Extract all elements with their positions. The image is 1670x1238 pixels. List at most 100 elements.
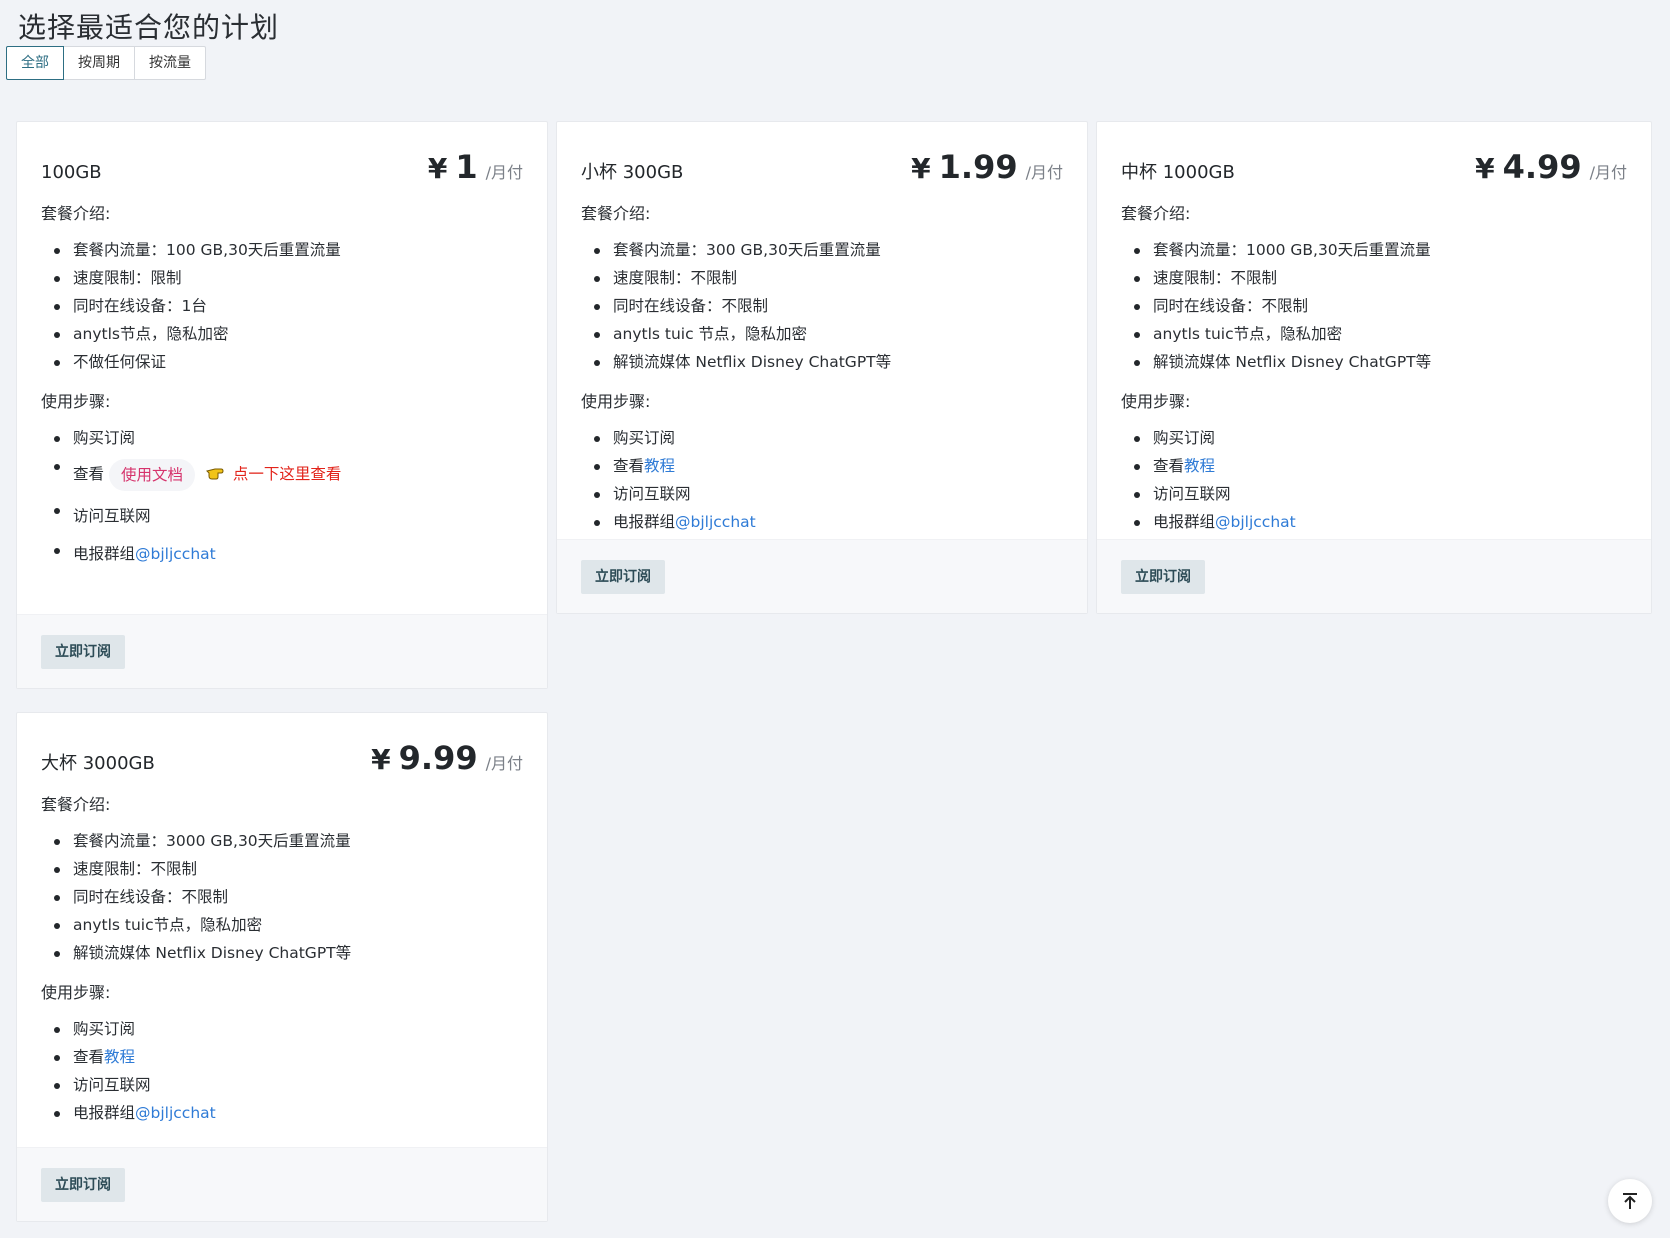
tab-all[interactable]: 全部: [6, 46, 64, 80]
list-item: anytls tuic节点，隐私加密: [1121, 320, 1627, 348]
tutorial-link[interactable]: 教程: [644, 457, 675, 475]
list-item: 套餐内流量：100 GB,30天后重置流量: [41, 236, 523, 264]
plan-card-1000gb: 中杯 1000GB ¥ 4.99 /月付 套餐介绍: 套餐内流量：1000 GB…: [1096, 121, 1652, 614]
plan-price: ¥ 1 /月付: [428, 148, 523, 186]
steps-list: 购买订阅 查看教程 访问互联网 电报群组@bjljcchat: [41, 1015, 523, 1127]
telegram-link[interactable]: @bjljcchat: [135, 545, 216, 563]
price-period: /月付: [485, 754, 523, 773]
list-item: 解锁流媒体 Netflix Disney ChatGPT等: [1121, 348, 1627, 376]
currency-symbol: ¥: [1475, 152, 1495, 185]
plan-name: 中杯 1000GB: [1121, 162, 1235, 183]
steps-label: 使用步骤:: [1121, 392, 1191, 411]
price-amount: 1: [455, 148, 478, 186]
docs-link[interactable]: 使用文档: [108, 458, 195, 491]
intro-label: 套餐介绍:: [41, 795, 111, 814]
list-item: 查看教程: [581, 452, 1063, 480]
list-item: 不做任何保证: [41, 348, 523, 376]
step-tg-prefix: 电报群组: [73, 545, 136, 563]
list-item: 购买订阅: [41, 424, 523, 452]
telegram-link[interactable]: @bjljcchat: [675, 513, 756, 531]
list-item: 查看教程: [41, 1043, 523, 1071]
plan-card-100gb: 100GB ¥ 1 /月付 套餐介绍: 套餐内流量：100 GB,30天后重置流…: [16, 121, 548, 689]
feature-list: 套餐内流量：100 GB,30天后重置流量 速度限制：限制 同时在线设备：1台 …: [41, 236, 523, 376]
list-item: 电报群组@bjljcchat: [1121, 508, 1627, 536]
subscribe-button[interactable]: 立即订阅: [1121, 560, 1205, 594]
list-item: 电报群组@bjljcchat: [41, 536, 523, 572]
list-item: 解锁流媒体 Netflix Disney ChatGPT等: [581, 348, 1063, 376]
plan-price: ¥ 1.99 /月付: [911, 148, 1063, 186]
step-tg-prefix: 电报群组: [1153, 513, 1216, 531]
plan-name: 100GB: [41, 162, 102, 183]
step-view-prefix: 查看: [73, 465, 105, 483]
plan-card-300gb: 小杯 300GB ¥ 1.99 /月付 套餐介绍: 套餐内流量：300 GB,3…: [556, 121, 1088, 614]
list-item: 同时在线设备：不限制: [1121, 292, 1627, 320]
subscribe-button[interactable]: 立即订阅: [41, 635, 125, 669]
currency-symbol: ¥: [427, 152, 448, 185]
step-view-prefix: 查看: [613, 457, 645, 475]
price-amount: 4.99: [1502, 148, 1582, 186]
list-item: 购买订阅: [41, 1015, 523, 1043]
feature-list: 套餐内流量：300 GB,30天后重置流量 速度限制：不限制 同时在线设备：不限…: [581, 236, 1063, 376]
telegram-link[interactable]: @bjljcchat: [135, 1104, 216, 1122]
step-tg-prefix: 电报群组: [613, 513, 676, 531]
list-item: 速度限制：不限制: [41, 855, 523, 883]
arrow-up-to-line-icon: [1623, 1193, 1637, 1209]
list-item: 访问互联网: [581, 480, 1063, 508]
plan-card-3000gb: 大杯 3000GB ¥ 9.99 /月付 套餐介绍: 套餐内流量：3000 GB…: [16, 712, 548, 1222]
filter-tabs: 全部 按周期 按流量: [6, 46, 206, 80]
card-footer: 立即订阅: [17, 614, 547, 688]
list-item: 速度限制：限制: [41, 264, 523, 292]
intro-label: 套餐介绍:: [41, 204, 111, 223]
step-tg-prefix: 电报群组: [73, 1104, 136, 1122]
price-amount: 1.99: [938, 148, 1018, 186]
steps-list: 购买订阅 查看 使用文档 点一下这里查看 访问互联网 电报群组@bjljccha…: [41, 424, 523, 572]
list-item: anytls tuic 节点，隐私加密: [581, 320, 1063, 348]
list-item: 查看 使用文档 点一下这里查看: [41, 452, 523, 496]
steps-list: 购买订阅 查看教程 访问互联网 电报群组@bjljcchat: [1121, 424, 1627, 536]
list-item: 购买订阅: [1121, 424, 1627, 452]
steps-list: 购买订阅 查看教程 访问互联网 电报群组@bjljcchat: [581, 424, 1063, 536]
list-item: 速度限制：不限制: [581, 264, 1063, 292]
steps-label: 使用步骤:: [581, 392, 651, 411]
price-period: /月付: [1025, 163, 1063, 182]
pointing-hand-icon: [205, 453, 224, 497]
card-footer: 立即订阅: [17, 1147, 547, 1221]
steps-label: 使用步骤:: [41, 983, 111, 1002]
list-item: 访问互联网: [1121, 480, 1627, 508]
back-to-top-button[interactable]: [1608, 1179, 1652, 1223]
steps-label: 使用步骤:: [41, 392, 111, 411]
list-item: 同时在线设备：不限制: [581, 292, 1063, 320]
currency-symbol: ¥: [371, 743, 391, 776]
tutorial-link[interactable]: 教程: [1184, 457, 1215, 475]
list-item: 电报群组@bjljcchat: [41, 1099, 523, 1127]
subscribe-button[interactable]: 立即订阅: [41, 1168, 125, 1202]
hint-text: 点一下这里查看: [232, 465, 342, 483]
step-view-prefix: 查看: [1153, 457, 1185, 475]
tab-by-period[interactable]: 按周期: [63, 46, 135, 80]
list-item: 同时在线设备：不限制: [41, 883, 523, 911]
card-footer: 立即订阅: [1097, 539, 1651, 613]
list-item: 套餐内流量：1000 GB,30天后重置流量: [1121, 236, 1627, 264]
tab-by-traffic[interactable]: 按流量: [134, 46, 206, 80]
list-item: 访问互联网: [41, 496, 523, 536]
list-item: 套餐内流量：300 GB,30天后重置流量: [581, 236, 1063, 264]
list-item: 访问互联网: [41, 1071, 523, 1099]
feature-list: 套餐内流量：3000 GB,30天后重置流量 速度限制：不限制 同时在线设备：不…: [41, 827, 523, 967]
subscribe-button[interactable]: 立即订阅: [581, 560, 665, 594]
price-period: /月付: [1589, 163, 1627, 182]
feature-list: 套餐内流量：1000 GB,30天后重置流量 速度限制：不限制 同时在线设备：不…: [1121, 236, 1627, 376]
telegram-link[interactable]: @bjljcchat: [1215, 513, 1296, 531]
list-item: 查看教程: [1121, 452, 1627, 480]
list-item: 电报群组@bjljcchat: [581, 508, 1063, 536]
list-item: 套餐内流量：3000 GB,30天后重置流量: [41, 827, 523, 855]
list-item: anytls节点，隐私加密: [41, 320, 523, 348]
plan-name: 大杯 3000GB: [41, 753, 155, 774]
step-view-prefix: 查看: [73, 1048, 105, 1066]
intro-label: 套餐介绍:: [581, 204, 651, 223]
list-item: 速度限制：不限制: [1121, 264, 1627, 292]
price-period: /月付: [485, 163, 523, 182]
page-title: 选择最适合您的计划: [18, 11, 280, 44]
plan-name: 小杯 300GB: [581, 162, 684, 183]
tutorial-link[interactable]: 教程: [104, 1048, 135, 1066]
list-item: anytls tuic节点，隐私加密: [41, 911, 523, 939]
